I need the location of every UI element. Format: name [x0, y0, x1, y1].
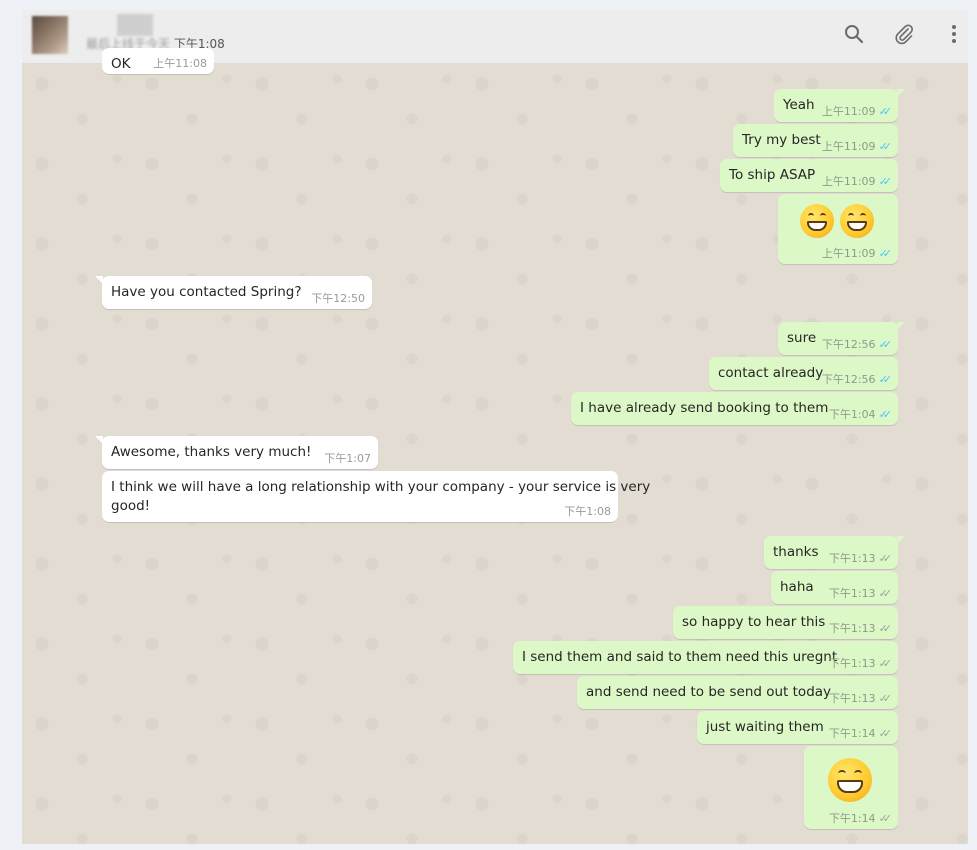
message-time: 上午11:09	[821, 105, 876, 118]
message-text: contact already	[718, 365, 824, 381]
delivered-ticks-icon: ✓✓	[878, 656, 893, 670]
message-time: 上午11:08	[153, 57, 207, 70]
message-text: just waiting them	[706, 719, 824, 735]
grinning-face-emoji	[800, 204, 834, 238]
message-outgoing[interactable]: so happy to hear this 下午1:13 ✓✓	[673, 606, 898, 639]
message-text: Have you contacted Spring?	[111, 284, 302, 300]
delivered-ticks-icon: ✓✓	[878, 691, 893, 705]
message-text: and send need to be send out today	[586, 684, 832, 700]
read-ticks-icon: ✓✓	[878, 246, 893, 260]
message-outgoing[interactable]: Try my best 上午11:09 ✓✓	[733, 124, 898, 157]
read-ticks-icon: ✓✓	[878, 174, 893, 188]
message-time: 下午1:13	[828, 657, 876, 670]
message-time: 上午11:09	[821, 247, 876, 260]
message-outgoing[interactable]: sure 下午12:56 ✓✓	[778, 322, 905, 355]
message-time: 下午1:14	[828, 727, 876, 740]
message-time: 下午12:56	[821, 373, 876, 386]
grinning-face-emoji	[828, 758, 872, 802]
message-time: 上午11:09	[821, 175, 876, 188]
read-ticks-icon: ✓✓	[878, 337, 893, 351]
message-outgoing-emoji[interactable]: 下午1:14 ✓✓	[804, 746, 898, 829]
message-time: 下午12:56	[821, 338, 876, 351]
more-vertical-icon[interactable]	[940, 20, 968, 48]
delivered-ticks-icon: ✓✓	[878, 621, 893, 635]
message-outgoing-emoji[interactable]: 上午11:09 ✓✓	[778, 194, 898, 264]
message-text: sure	[787, 330, 817, 346]
message-text: To ship ASAP	[729, 167, 816, 183]
message-text: OK	[111, 56, 131, 72]
read-ticks-icon: ✓✓	[878, 372, 893, 386]
read-ticks-icon: ✓✓	[878, 407, 893, 421]
message-incoming[interactable]: Have you contacted Spring? 下午12:50	[95, 276, 372, 309]
search-icon[interactable]	[840, 20, 868, 48]
message-text: Yeah	[783, 97, 815, 113]
delivered-ticks-icon: ✓✓	[878, 551, 893, 565]
message-list[interactable]: OK 上午11:08 Yeah 上午11:09 ✓✓ Try my best 上午…	[22, 48, 968, 844]
message-text: Try my best	[742, 132, 821, 148]
message-text: thanks	[773, 544, 819, 560]
message-outgoing[interactable]: thanks 下午1:13 ✓✓	[764, 536, 905, 569]
paperclip-icon[interactable]	[890, 20, 918, 48]
read-ticks-icon: ✓✓	[878, 104, 893, 118]
message-outgoing[interactable]: I send them and said to them need this u…	[513, 641, 898, 674]
message-time: 上午11:09	[821, 140, 876, 153]
message-outgoing[interactable]: To ship ASAP 上午11:09 ✓✓	[720, 159, 898, 192]
message-time: 下午1:13	[828, 587, 876, 600]
message-outgoing[interactable]: contact already 下午12:56 ✓✓	[709, 357, 898, 390]
contact-name-blurred	[117, 14, 153, 36]
message-incoming[interactable]: Awesome, thanks very much! 下午1:07	[95, 436, 378, 469]
message-time: 下午1:14	[828, 812, 876, 825]
chat-window: 最后上线于今天 下午1:08 OK 上午11:08 Yeah 上午11:09 ✓✓…	[22, 10, 968, 844]
message-time: 下午1:08	[564, 505, 611, 518]
message-time: 下午1:13	[828, 692, 876, 705]
message-text: haha	[780, 579, 814, 595]
message-outgoing[interactable]: haha 下午1:13 ✓✓	[771, 571, 898, 604]
message-outgoing[interactable]: and send need to be send out today 下午1:1…	[577, 676, 898, 709]
message-time: 下午1:13	[828, 552, 876, 565]
grinning-face-emoji	[840, 204, 875, 238]
message-time: 下午1:13	[828, 622, 876, 635]
contact-avatar[interactable]	[32, 16, 68, 54]
message-text: so happy to hear this	[682, 614, 826, 630]
delivered-ticks-icon: ✓✓	[878, 811, 893, 825]
message-incoming[interactable]: OK 上午11:08	[102, 48, 214, 74]
delivered-ticks-icon: ✓✓	[878, 726, 893, 740]
message-text-line: good!	[111, 498, 151, 514]
delivered-ticks-icon: ✓✓	[878, 586, 893, 600]
message-text: I have already send booking to them	[580, 400, 829, 416]
message-text: Awesome, thanks very much!	[111, 444, 312, 460]
message-text-line: I think we will have a long relationship…	[111, 479, 651, 495]
message-time: 下午1:07	[324, 452, 371, 465]
message-text: I send them and said to them need this u…	[522, 649, 838, 665]
message-outgoing[interactable]: Yeah 上午11:09 ✓✓	[774, 89, 905, 122]
message-time: 下午1:04	[828, 408, 876, 421]
read-ticks-icon: ✓✓	[878, 139, 893, 153]
message-incoming[interactable]: I think we will have a long relationship…	[102, 471, 651, 522]
message-outgoing[interactable]: I have already send booking to them 下午1:…	[571, 392, 898, 425]
message-time: 下午12:50	[311, 292, 365, 305]
message-outgoing[interactable]: just waiting them 下午1:14 ✓✓	[697, 711, 898, 744]
